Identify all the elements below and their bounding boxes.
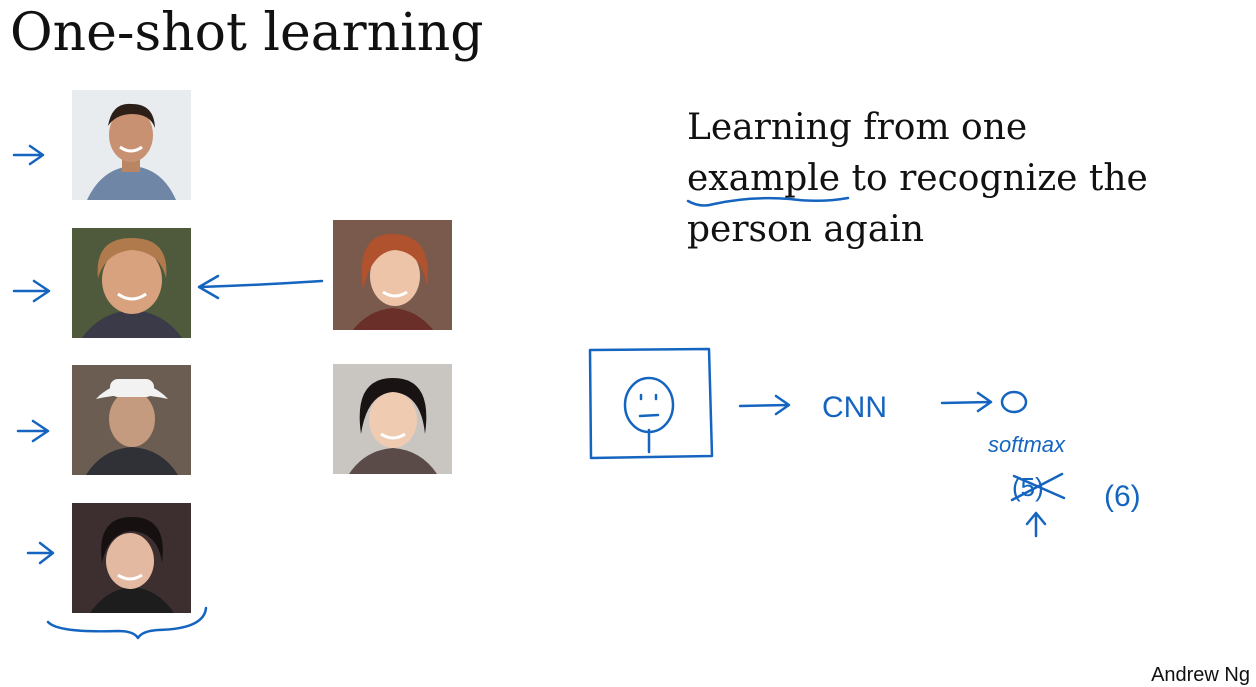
sketch-face: [623, 376, 675, 434]
arrow-to-face-1: [12, 144, 45, 166]
ink-annotations: CNN softmax (5) (6): [12, 144, 1141, 640]
query-match-arrow: [197, 274, 324, 300]
arrow-to-face-3: [16, 419, 50, 443]
input-image-box: [588, 347, 714, 460]
up-arrow: [1025, 511, 1047, 538]
arrow-cnn-to-output: [940, 391, 993, 413]
arrow-to-face-4: [26, 541, 55, 565]
softmax-label: softmax: [988, 432, 1066, 457]
arrow-to-face-2: [12, 279, 51, 303]
dataset-brace: [46, 606, 208, 640]
example-underline: [686, 196, 850, 207]
arrow-image-to-cnn: [738, 394, 791, 416]
outputs-count: (6): [1104, 480, 1141, 513]
output-node: [1000, 390, 1028, 414]
cnn-label: CNN: [822, 391, 887, 424]
slide: One-shot learning Learning from one exam…: [0, 0, 1256, 687]
sketch-face-features: [638, 393, 660, 454]
author-credit: Andrew Ng: [1151, 664, 1250, 686]
